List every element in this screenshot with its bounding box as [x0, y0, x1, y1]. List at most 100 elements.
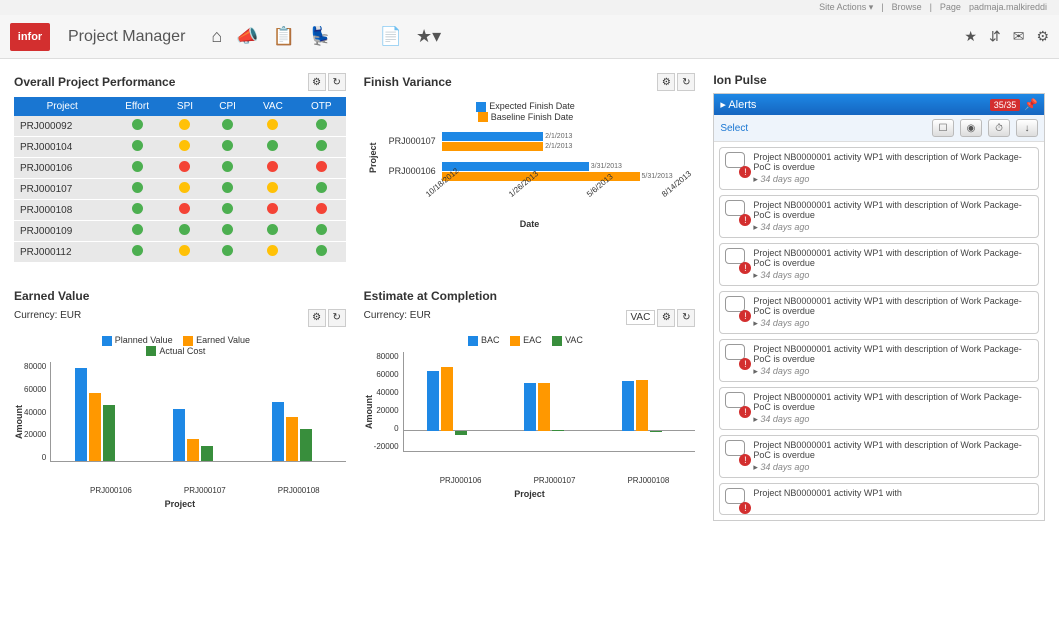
clipboard-icon[interactable]: 📋: [273, 26, 295, 47]
alert-text: Project NB0000001 activity WP1 with desc…: [753, 392, 1033, 412]
table-row[interactable]: PRJ000104: [14, 137, 346, 158]
infor-logo: infor: [10, 23, 50, 51]
page-title: Project Manager: [68, 28, 185, 46]
widget-title: Earned Value: [14, 289, 89, 303]
x-axis-label: Date: [364, 219, 696, 229]
status-dot: [267, 161, 278, 172]
pin-icon[interactable]: 📌: [1024, 98, 1038, 111]
alert-card[interactable]: !Project NB0000001 activity WP1 with des…: [719, 435, 1039, 478]
site-actions-link[interactable]: Site Actions ▾: [819, 2, 873, 13]
widget-estimate: Estimate at Completion Currency: EUR VAC…: [360, 285, 700, 525]
megaphone-icon[interactable]: 📣: [236, 26, 258, 47]
filter-icon-1[interactable]: ☐: [932, 119, 954, 137]
table-row[interactable]: PRJ000092: [14, 116, 346, 137]
gear-icon[interactable]: ⚙: [1036, 28, 1049, 45]
status-dot: [179, 140, 190, 151]
chair-icon[interactable]: 💺: [309, 26, 331, 47]
status-dot: [316, 140, 327, 151]
alert-icon: !: [725, 248, 747, 270]
alert-card[interactable]: !Project NB0000001 activity WP1 with des…: [719, 291, 1039, 334]
refresh-button[interactable]: ↻: [677, 73, 695, 91]
widget-earned-value: Earned Value Currency: EUR ⚙ ↻ Planned V…: [10, 285, 350, 525]
share-icon[interactable]: ⇵: [989, 28, 1001, 45]
status-dot: [316, 182, 327, 193]
alert-card[interactable]: !Project NB0000001 activity WP1 with des…: [719, 339, 1039, 382]
table-row[interactable]: PRJ000112: [14, 242, 346, 263]
widget-title: Finish Variance: [364, 75, 452, 89]
alert-card[interactable]: !Project NB0000001 activity WP1 with des…: [719, 147, 1039, 190]
pulse-filter-bar: Select ☐ ◉ ⏱ ↓: [714, 115, 1044, 142]
column-header[interactable]: CPI: [206, 97, 249, 116]
status-dot: [222, 245, 233, 256]
status-dot: [267, 140, 278, 151]
alert-time: 34 days ago: [753, 222, 1033, 233]
widget-performance: Overall Project Performance ⚙ ↻ ProjectE…: [10, 69, 350, 275]
status-dot: [267, 245, 278, 256]
select-link[interactable]: Select: [720, 123, 748, 134]
filter-icon-4[interactable]: ↓: [1016, 119, 1038, 137]
refresh-button[interactable]: ↻: [328, 73, 346, 91]
status-dot: [179, 161, 190, 172]
hbar-row: PRJ0001072/1/20132/1/2013: [382, 128, 696, 154]
status-dot: [316, 203, 327, 214]
table-row[interactable]: PRJ000107: [14, 179, 346, 200]
widget-ion-pulse: Ion Pulse ▸ Alerts 35/35 📌 Select ☐ ◉ ⏱ …: [709, 69, 1049, 525]
widget-finish-variance: Finish Variance ⚙ ↻ Expected Finish Date…: [360, 69, 700, 275]
settings-button[interactable]: ⚙: [308, 309, 326, 327]
column-header[interactable]: VAC: [249, 97, 297, 116]
browse-link[interactable]: Browse: [892, 2, 922, 13]
page-link[interactable]: Page: [940, 2, 961, 13]
alert-time: 34 days ago: [753, 366, 1033, 377]
column-header[interactable]: OTP: [297, 97, 346, 116]
favorite-icon[interactable]: ★: [964, 28, 977, 45]
status-dot: [179, 245, 190, 256]
status-dot: [222, 119, 233, 130]
status-dot: [316, 224, 327, 235]
alert-card[interactable]: ! Project NB0000001 activity WP1 with: [719, 483, 1039, 515]
status-dot: [132, 245, 143, 256]
alert-icon: !: [725, 200, 747, 222]
table-row[interactable]: PRJ000109: [14, 221, 346, 242]
table-row[interactable]: PRJ000106: [14, 158, 346, 179]
settings-button[interactable]: ⚙: [657, 309, 675, 327]
bar-group: [272, 362, 322, 461]
metric-dropdown[interactable]: VAC: [626, 310, 656, 325]
bar-group: [524, 352, 574, 451]
alert-icon: !: [725, 488, 747, 510]
star-dropdown-icon[interactable]: ★▾: [416, 26, 441, 47]
context-bar: Site Actions ▾ | Browse | Page padmaja.m…: [0, 0, 1059, 15]
alert-icon: !: [725, 440, 747, 462]
alert-card[interactable]: !Project NB0000001 activity WP1 with des…: [719, 195, 1039, 238]
table-row[interactable]: PRJ000108: [14, 200, 346, 221]
alert-card[interactable]: !Project NB0000001 activity WP1 with des…: [719, 243, 1039, 286]
status-dot: [132, 203, 143, 214]
alert-icon: !: [725, 344, 747, 366]
column-header[interactable]: Project: [14, 97, 110, 116]
mail-icon[interactable]: ✉: [1013, 28, 1025, 45]
settings-button[interactable]: ⚙: [308, 73, 326, 91]
settings-button[interactable]: ⚙: [657, 73, 675, 91]
status-dot: [132, 182, 143, 193]
new-doc-icon[interactable]: 📄: [380, 26, 402, 47]
alert-time: 34 days ago: [753, 270, 1033, 281]
status-dot: [222, 203, 233, 214]
alerts-list[interactable]: ! Project NB0000001 activity WP1 with des…: [714, 142, 1044, 520]
filter-icon-2[interactable]: ◉: [960, 119, 982, 137]
status-dot: [222, 161, 233, 172]
y-axis-label: Amount: [364, 352, 374, 472]
column-header[interactable]: SPI: [164, 97, 206, 116]
status-dot: [267, 203, 278, 214]
refresh-button[interactable]: ↻: [328, 309, 346, 327]
column-header[interactable]: Effort: [110, 97, 164, 116]
status-dot: [316, 161, 327, 172]
filter-icon-3[interactable]: ⏱: [988, 119, 1010, 137]
alerts-header[interactable]: ▸ Alerts 35/35 📌: [714, 94, 1044, 115]
bar-group: [75, 362, 125, 461]
alert-text: Project NB0000001 activity WP1 with: [753, 488, 1033, 498]
home-icon[interactable]: ⌂: [211, 26, 222, 47]
refresh-button[interactable]: ↻: [677, 309, 695, 327]
alert-card[interactable]: !Project NB0000001 activity WP1 with des…: [719, 387, 1039, 430]
app-header: infor Project Manager ⌂ 📣 📋 💺 📄 ★▾ ★ ⇵ ✉…: [0, 15, 1059, 59]
status-dot: [267, 182, 278, 193]
currency-label: Currency: EUR: [364, 310, 431, 321]
